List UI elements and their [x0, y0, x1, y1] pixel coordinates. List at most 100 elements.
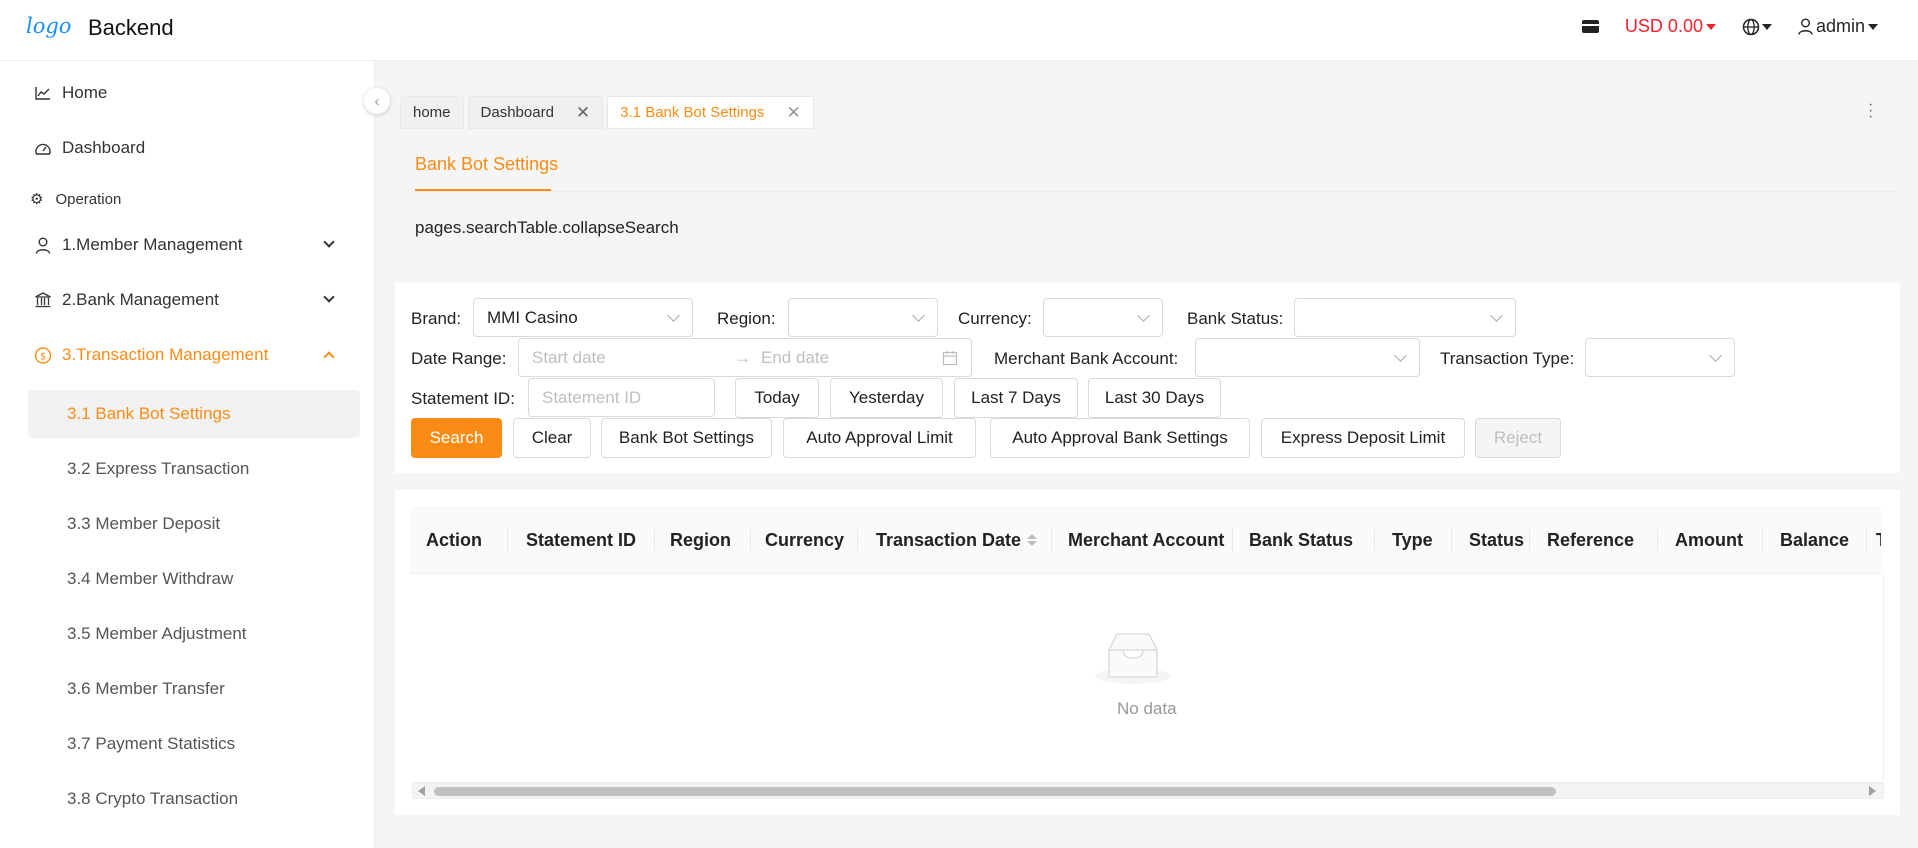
brand-select[interactable]: MMI Casino [473, 298, 693, 337]
caret-down-icon [1705, 23, 1716, 30]
scrollbar-thumb[interactable] [434, 787, 1556, 796]
sidebar-subitem-member-adjustment[interactable]: 3.5 Member Adjustment [28, 610, 360, 658]
column-header-statement-id: Statement ID [526, 529, 637, 550]
region-select[interactable] [788, 298, 938, 337]
table-header: Action Statement ID Region Currency Tran… [411, 506, 1881, 574]
statement-id-placeholder: Statement ID [542, 387, 642, 407]
divider [1529, 529, 1530, 551]
auto-approval-bank-settings-button[interactable]: Auto Approval Bank Settings [990, 418, 1250, 458]
transaction-type-select[interactable] [1585, 338, 1735, 377]
username: admin [1815, 16, 1865, 36]
user-dropdown[interactable]: admin [1798, 16, 1878, 37]
sidebar-collapse-button[interactable]: ‹ [364, 88, 390, 114]
end-date-input[interactable]: End date [761, 348, 829, 368]
user-icon [1798, 18, 1813, 35]
sidebar-item-bank-management[interactable]: 2.Bank Management [0, 278, 374, 322]
date-range-picker[interactable]: Start date → End date [518, 338, 972, 377]
transaction-type-label: Transaction Type: [1440, 349, 1575, 368]
sidebar-subitem-member-deposit[interactable]: 3.3 Member Deposit [28, 500, 360, 548]
bank-bot-settings-button[interactable]: Bank Bot Settings [601, 418, 772, 458]
divider [1232, 529, 1233, 551]
divider [1451, 529, 1452, 551]
tab-label: Dashboard [480, 104, 554, 121]
merchant-bank-account-select[interactable] [1195, 338, 1420, 377]
transaction-icon: $ [34, 346, 52, 364]
gear-icon: ⚙ [30, 191, 44, 208]
sidebar-subitem-bank-bot-settings[interactable]: 3.1 Bank Bot Settings [28, 390, 360, 438]
scroll-left-icon[interactable] [418, 786, 425, 796]
tab-label: 3.1 Bank Bot Settings [620, 104, 765, 121]
sidebar-subitem-crypto-transaction[interactable]: 3.8 Crypto Transaction [28, 775, 360, 823]
top-header: logo Backend USD 0.00 admin [0, 0, 1918, 61]
sidebar-item-dashboard[interactable]: Dashboard [0, 126, 374, 170]
column-header-balance: Balance [1780, 529, 1850, 550]
bank-status-select[interactable] [1294, 298, 1516, 337]
reject-button: Reject [1475, 418, 1561, 458]
divider [1374, 529, 1375, 551]
sidebar-subitem-member-transfer[interactable]: 3.6 Member Transfer [28, 665, 360, 713]
sidebar-item-label: Dashboard [62, 138, 146, 157]
statement-id-input[interactable]: Statement ID [528, 378, 715, 417]
today-button[interactable]: Today [735, 378, 819, 418]
clear-button[interactable]: Clear [513, 418, 591, 458]
caret-down-icon [1761, 23, 1772, 30]
currency-label: Currency: [958, 309, 1032, 328]
sidebar-subitem-member-withdraw[interactable]: 3.4 Member Withdraw [28, 555, 360, 603]
sidebar-subitem-express-transaction[interactable]: 3.2 Express Transaction [28, 445, 360, 493]
balance-value: USD 0.00 [1624, 16, 1703, 36]
column-header-bank-status: Bank Status [1249, 529, 1354, 550]
calendar-icon [942, 351, 958, 366]
column-header-status: Status [1469, 529, 1525, 550]
last-7-days-button[interactable]: Last 7 Days [954, 378, 1078, 418]
close-icon[interactable]: ✕ [576, 103, 590, 123]
sidebar-item-label: 3.Transaction Management [62, 345, 269, 364]
chevron-down-icon [323, 291, 335, 303]
user-icon [35, 237, 51, 254]
chevron-down-icon [667, 309, 680, 322]
scroll-right-icon[interactable] [1869, 786, 1876, 796]
collapse-search-link[interactable]: pages.searchTable.collapseSearch [415, 218, 679, 238]
search-panel: Brand: MMI Casino Region: Currency: Bank… [395, 283, 1900, 473]
sort-icon[interactable] [1027, 534, 1038, 546]
close-icon[interactable]: ✕ [786, 103, 800, 123]
column-header-transaction-date[interactable]: Transaction Date [876, 506, 1038, 573]
page-subtab-bank-bot-settings[interactable]: Bank Bot Settings [415, 154, 558, 175]
arrow-right-icon: → [734, 347, 751, 367]
sidebar-item-label: 2.Bank Management [62, 290, 219, 309]
tab-dashboard[interactable]: Dashboard ✕ [467, 96, 604, 129]
sidebar-item-transaction-management[interactable]: $ 3.Transaction Management [0, 333, 374, 377]
brand-label: Brand: [411, 309, 462, 328]
tab-home[interactable]: home [400, 96, 464, 129]
divider [1883, 575, 1884, 780]
auto-approval-limit-button[interactable]: Auto Approval Limit [783, 418, 976, 458]
chevron-down-icon [1709, 349, 1722, 362]
column-header-action: Action [426, 529, 482, 550]
globe-icon [1742, 18, 1760, 35]
wallet-icon[interactable] [1581, 20, 1599, 33]
sidebar-item-home[interactable]: Home [0, 71, 374, 115]
currency-select[interactable] [1043, 298, 1163, 337]
page-tabbar: home Dashboard ✕ 3.1 Bank Bot Settings ✕ [400, 96, 814, 129]
column-header-label: Transaction Date [876, 529, 1022, 550]
divider [415, 191, 1897, 192]
app-title: Backend [88, 15, 174, 40]
last-30-days-button[interactable]: Last 30 Days [1088, 378, 1221, 418]
dashboard-icon [35, 143, 51, 155]
more-vertical-icon[interactable]: · · · [1868, 97, 1873, 125]
sidebar-item-member-management[interactable]: 1.Member Management [0, 223, 374, 267]
yesterday-button[interactable]: Yesterday [830, 378, 943, 418]
column-header-region: Region [670, 529, 731, 550]
sidebar-subitem-payment-statistics[interactable]: 3.7 Payment Statistics [28, 720, 360, 768]
logo[interactable]: logo [26, 14, 71, 38]
start-date-input[interactable]: Start date [532, 348, 732, 368]
column-header-reference: Reference [1547, 529, 1635, 550]
language-dropdown[interactable] [1742, 18, 1772, 36]
sidebar-item-label: 1.Member Management [62, 235, 243, 254]
balance-dropdown[interactable]: USD 0.00 [1625, 16, 1716, 37]
column-header-currency: Currency [765, 529, 845, 550]
tab-bank-bot-settings[interactable]: 3.1 Bank Bot Settings ✕ [607, 96, 814, 129]
divider [857, 529, 858, 551]
search-button[interactable]: Search [411, 418, 502, 458]
menu-group-operation: ⚙ Operation [30, 190, 121, 209]
express-deposit-limit-button[interactable]: Express Deposit Limit [1261, 418, 1465, 458]
